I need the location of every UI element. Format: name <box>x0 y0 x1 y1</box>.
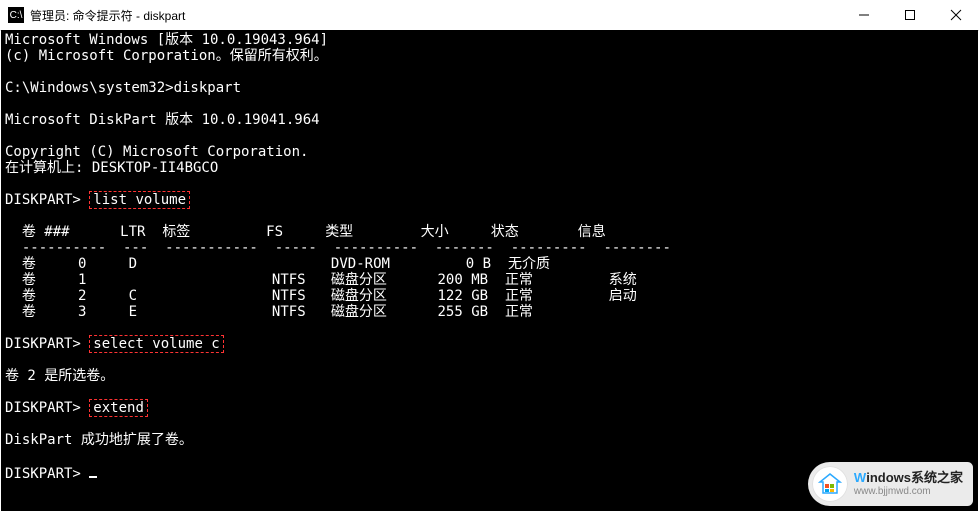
row2-info: 启动 <box>609 288 637 304</box>
col-label: 标签 <box>162 224 190 240</box>
col-ltr: LTR <box>120 224 145 240</box>
watermark-badge: Windows系统之家 www.bjjmwd.com <box>808 462 973 506</box>
row0-ltr: D <box>129 256 137 272</box>
close-button[interactable] <box>933 0 979 30</box>
os-version-line: Microsoft Windows [版本 10.0.19043.964] <box>5 32 328 48</box>
watermark-brand-rest: indows <box>866 470 911 485</box>
diskpart-prompt: DISKPART> <box>5 400 81 416</box>
watermark-brand-suffix: 系统之家 <box>911 470 963 485</box>
row0-type: DVD-ROM <box>331 256 390 272</box>
row1-info: 系统 <box>609 272 637 288</box>
table-row: 卷 2 C NTFS 磁盘分区 122 GB 正常 启动 <box>5 288 637 304</box>
watermark-brand-w: W <box>854 470 866 485</box>
diskpart-prompt: DISKPART> <box>5 466 81 482</box>
row3-idx: 3 <box>78 304 86 320</box>
col-volnum: 卷 ### <box>22 224 70 240</box>
table-row: 卷 3 E NTFS 磁盘分区 255 GB 正常 <box>5 304 533 320</box>
row2-ltr: C <box>129 288 137 304</box>
cmd-list-volume: list volume <box>89 191 190 209</box>
row3-type: 磁盘分区 <box>331 304 387 320</box>
row2-type: 磁盘分区 <box>331 288 387 304</box>
table-row: 卷 0 D DVD-ROM 0 B 无介质 <box>5 256 550 272</box>
extend-success-msg: DiskPart 成功地扩展了卷。 <box>5 432 193 448</box>
row1-size: 200 MB <box>437 272 488 288</box>
table-row: 卷 1 NTFS 磁盘分区 200 MB 正常 系统 <box>5 272 637 288</box>
row2-status: 正常 <box>505 288 533 304</box>
diskpart-version: Microsoft DiskPart 版本 10.0.19041.964 <box>5 112 320 128</box>
computer-name-line: 在计算机上: DESKTOP-II4BGCO <box>5 160 218 176</box>
row2-idx: 2 <box>78 288 86 304</box>
row2-fs: NTFS <box>272 288 306 304</box>
col-type: 类型 <box>325 224 353 240</box>
row3-status: 正常 <box>505 304 533 320</box>
copyright-line: (c) Microsoft Corporation。保留所有权利。 <box>5 48 328 64</box>
col-info: 信息 <box>578 224 606 240</box>
cmd-select-volume: select volume c <box>89 335 223 353</box>
row0-idx: 0 <box>78 256 86 272</box>
diskpart-prompt: DISKPART> <box>5 192 81 208</box>
window-title: 管理员: 命令提示符 - diskpart <box>30 7 185 24</box>
row2-size: 122 GB <box>438 288 489 304</box>
watermark-url: www.bjjmwd.com <box>854 486 963 497</box>
maximize-button[interactable] <box>887 0 933 30</box>
row1-status: 正常 <box>505 272 533 288</box>
terminal-output[interactable]: Microsoft Windows [版本 10.0.19043.964] (c… <box>1 30 978 511</box>
watermark-logo-icon <box>812 466 848 502</box>
row0-status: 无介质 <box>508 256 550 272</box>
col-size: 大小 <box>421 224 449 240</box>
diskpart-copyright: Copyright (C) Microsoft Corporation. <box>5 144 308 160</box>
row1-fs: NTFS <box>272 272 306 288</box>
row1-idx: 1 <box>78 272 86 288</box>
row1-type: 磁盘分区 <box>331 272 387 288</box>
cmd-icon: C:\ <box>8 7 24 23</box>
cmd-diskpart: diskpart <box>174 80 241 96</box>
row3-fs: NTFS <box>272 304 306 320</box>
row0-size: 0 B <box>466 256 491 272</box>
cursor <box>89 464 97 478</box>
selected-volume-msg: 卷 2 是所选卷。 <box>5 368 114 384</box>
title-bar[interactable]: C:\ 管理员: 命令提示符 - diskpart <box>0 0 979 31</box>
row3-size: 255 GB <box>438 304 489 320</box>
cmd-window: C:\ 管理员: 命令提示符 - diskpart Microsoft Wind… <box>0 0 979 512</box>
cmd-extend: extend <box>89 399 148 417</box>
col-status: 状态 <box>491 224 519 240</box>
path-prompt: C:\Windows\system32> <box>5 80 174 96</box>
minimize-button[interactable] <box>841 0 887 30</box>
diskpart-prompt: DISKPART> <box>5 336 81 352</box>
col-fs: FS <box>266 224 283 240</box>
watermark-text: Windows系统之家 www.bjjmwd.com <box>854 471 963 496</box>
watermark-brand: Windows系统之家 <box>854 471 963 485</box>
row3-ltr: E <box>129 304 137 320</box>
